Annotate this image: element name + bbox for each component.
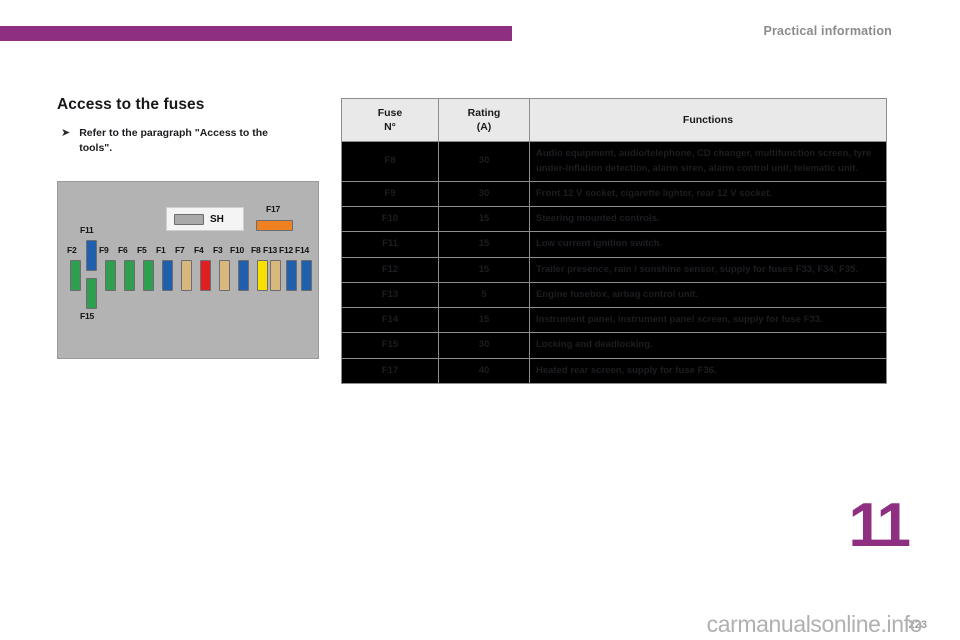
chapter-number: 11 bbox=[848, 491, 911, 560]
fuse-label-f8: F8 bbox=[251, 245, 261, 255]
cell-rating: 30 bbox=[438, 332, 530, 359]
cell-fuse-number: F15 bbox=[341, 332, 439, 359]
list-item: ➤ Refer to the paragraph "Access to the … bbox=[61, 126, 322, 156]
cell-rating: 15 bbox=[438, 307, 530, 334]
page-title: Access to the fuses bbox=[57, 96, 205, 113]
cell-rating: 40 bbox=[438, 357, 530, 384]
cell-fuse-number: F8 bbox=[341, 141, 439, 182]
fuse-label-f9: F9 bbox=[99, 245, 109, 255]
cell-functions: Engine fusebox, airbag control unit. bbox=[529, 281, 887, 309]
fuse-label-f17: F17 bbox=[266, 204, 281, 214]
fuse-f10 bbox=[238, 260, 249, 291]
table-row: F8 30 Audio equipment, audio/telephone, CD… bbox=[341, 141, 887, 182]
fuse-f9 bbox=[105, 260, 116, 291]
fuse-f1 bbox=[162, 260, 173, 291]
fuse-label-f6: F6 bbox=[118, 245, 128, 255]
column-header-functions: Functions bbox=[529, 97, 887, 143]
fuse-label-f14: F14 bbox=[295, 245, 310, 255]
header-accent-bar bbox=[0, 26, 512, 41]
fuse-label-f4: F4 bbox=[194, 245, 204, 255]
cell-rating: 5 bbox=[438, 281, 530, 309]
cell-fuse-number: F12 bbox=[341, 256, 439, 283]
fuse-rating-table: Fuse N° Rating (A) Functions F8 30 Audio e… bbox=[341, 97, 887, 384]
fuse-f17 bbox=[256, 220, 293, 231]
watermark: carmanualsonline.info bbox=[706, 611, 923, 637]
cell-fuse-number: F14 bbox=[341, 307, 439, 334]
table-row: F14 15 Instrument panel, instrument panel … bbox=[341, 307, 887, 334]
bullet-text: Refer to the paragraph "Access to the to… bbox=[79, 127, 268, 155]
fuse-f4 bbox=[200, 260, 211, 291]
fuse-f3 bbox=[219, 260, 230, 291]
fuse-label-f10: F10 bbox=[230, 245, 245, 255]
cell-functions: Locking and deadlocking. bbox=[529, 332, 887, 359]
sh-label: SH bbox=[210, 213, 224, 225]
fuse-f15 bbox=[86, 278, 97, 309]
fuse-label-f11: F11 bbox=[80, 225, 94, 235]
fuse-f12 bbox=[286, 260, 297, 291]
fuse-label-f1: F1 bbox=[156, 245, 166, 255]
table-row: F13 5 Engine fusebox, airbag control unit. bbox=[341, 281, 887, 309]
cell-rating: 15 bbox=[438, 256, 530, 283]
fuse-f14 bbox=[301, 260, 312, 291]
cell-functions: Audio equipment, audio/telephone, CD cha… bbox=[529, 141, 887, 182]
cell-rating: 30 bbox=[438, 180, 530, 208]
fuse-f7 bbox=[181, 260, 192, 291]
fuse-f11 bbox=[86, 240, 97, 271]
cell-fuse-number: F9 bbox=[341, 180, 439, 208]
sh-relay-icon bbox=[174, 213, 204, 225]
fuse-f5 bbox=[143, 260, 154, 291]
table-row: F17 40 Heated rear screen, supply for fuse… bbox=[341, 357, 887, 384]
column-header-rating: Rating (A) bbox=[438, 97, 530, 143]
cell-fuse-number: F17 bbox=[341, 357, 439, 384]
cell-rating: 15 bbox=[438, 206, 530, 233]
cell-functions: Low current ignition switch. bbox=[529, 231, 887, 258]
fuse-f8 bbox=[257, 260, 268, 291]
table-row: F15 30 Locking and deadlocking. bbox=[341, 332, 887, 359]
fuse-label-f12: F12 bbox=[279, 245, 294, 255]
fuse-f6 bbox=[124, 260, 135, 291]
fuse-f2 bbox=[70, 260, 81, 291]
column-header-fuse: Fuse N° bbox=[341, 97, 439, 143]
cell-functions: Trailer presence, rain / sunshine sensor… bbox=[529, 256, 887, 283]
cell-fuse-number: F11 bbox=[341, 231, 439, 258]
table-header: Fuse N° Rating (A) Functions bbox=[341, 97, 887, 143]
cell-rating: 15 bbox=[438, 231, 530, 258]
fusebox-diagram: SH F2 F11 F15 F9 F6 F5 F1 F7 F4 F3 F10 F8 F13 F12 F14 F… bbox=[57, 181, 319, 359]
fuse-label-f3: F3 bbox=[213, 245, 223, 255]
fuse-label-f13: F13 bbox=[263, 245, 278, 255]
table-row: F12 15 Trailer presence, rain / sunshine s… bbox=[341, 256, 887, 283]
header-title: Practical information bbox=[763, 24, 892, 38]
cell-fuse-number: F10 bbox=[341, 206, 439, 233]
sh-relay-housing: SH bbox=[166, 207, 244, 231]
cell-functions: Instrument panel, instrument panel scree… bbox=[529, 307, 887, 334]
table-row: F11 15 Low current ignition switch. bbox=[341, 231, 887, 258]
access-to-fuses-section: Access to the fuses ➤ Refer to the parag… bbox=[57, 96, 322, 156]
cell-functions: Heated rear screen, supply for fuse F36. bbox=[529, 357, 887, 384]
table-body: F8 30 Audio equipment, audio/telephone, CD… bbox=[341, 141, 887, 384]
table-header-row: Fuse N° Rating (A) Functions bbox=[341, 97, 887, 143]
arrow-bullet-icon: ➤ bbox=[61, 127, 71, 139]
cell-functions: Steering mounted controls. bbox=[529, 206, 887, 233]
fuse-label-f15: F15 bbox=[80, 311, 95, 321]
cell-rating: 30 bbox=[438, 141, 530, 182]
fuse-label-f7: F7 bbox=[175, 245, 185, 255]
cell-functions: Front 12 V socket, cigarette lighter, re… bbox=[529, 180, 887, 208]
fuse-label-f5: F5 bbox=[137, 245, 147, 255]
fuse-f13 bbox=[270, 260, 281, 291]
table-row: F10 15 Steering mounted controls. bbox=[341, 206, 887, 233]
cell-fuse-number: F13 bbox=[341, 281, 439, 309]
table-row: F9 30 Front 12 V socket, cigarette lighter… bbox=[341, 180, 887, 208]
fuse-label-f2: F2 bbox=[67, 245, 77, 255]
